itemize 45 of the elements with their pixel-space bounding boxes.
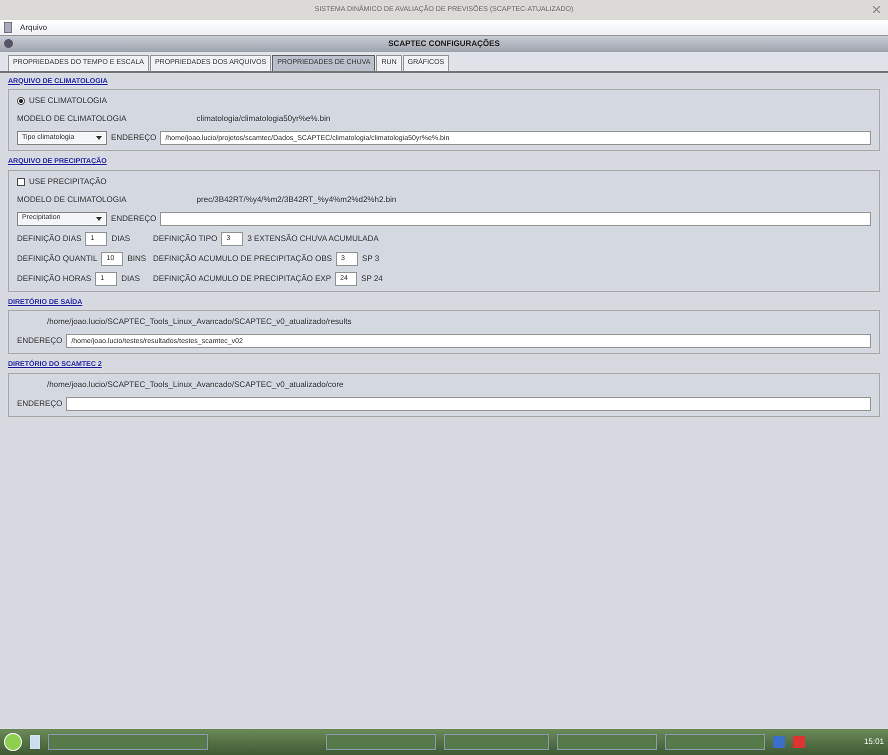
field-label: MODELO DE CLIMATOLOGIA <box>17 194 127 206</box>
start-icon[interactable] <box>4 733 22 751</box>
app-icon <box>4 39 13 48</box>
model-path: climatologia/climatologia50yr%e%.bin <box>196 113 330 125</box>
unit-label: 3 EXTENSÃO CHUVA ACUMULADA <box>247 232 379 244</box>
field-label: DEFINIÇÃO QUANTIL <box>17 252 98 264</box>
option-label: USE CLIMATOLOGIA <box>29 95 107 107</box>
field-label: ENDEREÇO <box>111 132 156 144</box>
dialog-title: SCAPTEC CONFIGURAÇÕES <box>388 38 500 50</box>
directory-path: /home/joao.lucio/SCAPTEC_Tools_Linux_Avancado/SCAPTEC_v0_atualizado/core <box>47 378 344 390</box>
field-label: MODELO DE CLIMATOLOGIA <box>17 113 127 125</box>
unit-label: SP 24 <box>361 272 383 284</box>
tray-icon[interactable] <box>773 736 785 748</box>
close-icon[interactable] <box>873 6 880 13</box>
tray-icon[interactable] <box>793 736 805 748</box>
taskbar-button[interactable] <box>665 734 765 750</box>
unit-label: DIAS <box>111 232 130 244</box>
field-label: DEFINIÇÃO ACUMULO DE PRECIPITAÇÃO EXP <box>153 272 332 284</box>
field-label: ENDEREÇO <box>111 212 156 224</box>
input-field[interactable] <box>160 212 871 226</box>
clock: 15:01 <box>864 736 884 748</box>
option-label: USE PRECIPITAÇÃO <box>29 176 107 188</box>
unit-label: BINS <box>127 252 146 264</box>
taskbar-button[interactable] <box>444 734 549 750</box>
directory-path: /home/joao.lucio/SCAPTEC_Tools_Linux_Avancado/SCAPTEC_v0_atualizado/results <box>47 316 352 328</box>
input-field[interactable] <box>66 396 871 410</box>
field-label: ENDEREÇO <box>17 335 62 347</box>
field-label: DEFINIÇÃO ACUMULO DE PRECIPITAÇÃO OBS <box>153 252 332 264</box>
radio-button[interactable] <box>17 97 25 105</box>
taskbar-button[interactable] <box>557 734 657 750</box>
caret-icon <box>96 136 102 140</box>
taskbar-button[interactable] <box>326 734 436 750</box>
checkbox[interactable] <box>17 178 25 186</box>
field-label: DEFINIÇÃO DIAS <box>17 232 82 244</box>
field-label: DEFINIÇÃO HORAS <box>17 272 92 284</box>
model-path: prec/3B42RT/%y4/%m2/3B42RT_%y4%m2%d2%h2.bin <box>196 194 396 206</box>
field-label: DEFINIÇÃO TIPO <box>153 232 218 244</box>
caret-icon <box>96 216 102 220</box>
menu-item[interactable]: Arquivo <box>16 22 52 34</box>
unit-label: DIAS <box>121 272 140 284</box>
unit-label: SP 3 <box>362 252 380 264</box>
field-label: ENDEREÇO <box>17 398 62 410</box>
taskbar-icon[interactable] <box>30 735 40 749</box>
document-icon <box>4 22 12 33</box>
taskbar-button[interactable] <box>48 734 208 750</box>
